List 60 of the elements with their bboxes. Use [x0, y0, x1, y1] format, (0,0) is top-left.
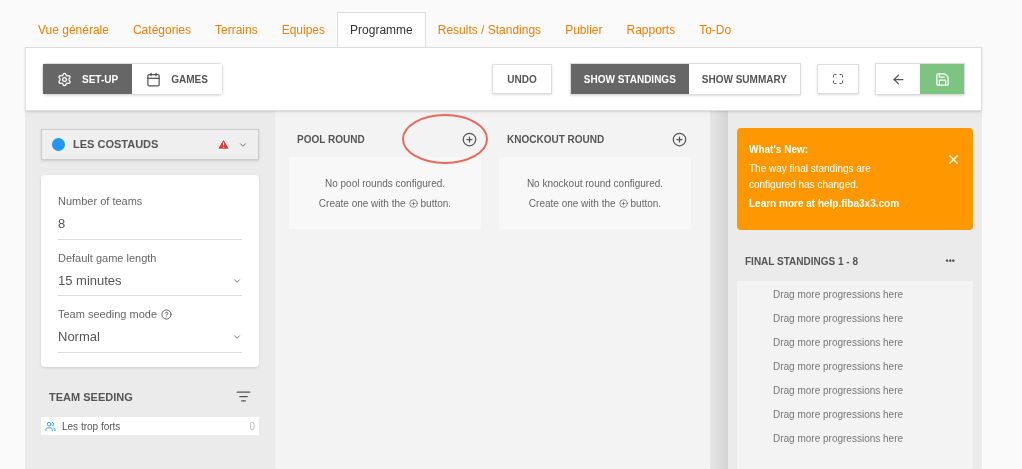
tab[interactable]: Publier [553, 12, 615, 47]
drop-slot[interactable]: Drag more progressions here [737, 311, 973, 327]
drop-slot[interactable]: Drag more progressions here [737, 431, 973, 447]
team-icon [45, 420, 56, 432]
team-name: Les trop forts [62, 419, 122, 434]
empty-message: Create one with the [318, 196, 406, 211]
team-count: 0 [249, 419, 255, 434]
caret-icon [232, 332, 242, 342]
save-icon [934, 71, 950, 87]
plus-icon [408, 198, 418, 208]
empty-message: Create one with the [528, 196, 616, 211]
empty-message: button. [420, 196, 452, 211]
calendar-icon [146, 71, 162, 87]
drop-slot[interactable]: Drag more progressions here [737, 407, 973, 423]
section-title: FINAL STANDINGS 1 - 8 [745, 255, 858, 269]
round-title: KNOCKOUT ROUND [507, 132, 605, 147]
empty-message: No pool rounds configured. [324, 176, 446, 191]
select-field[interactable]: Normal [58, 322, 242, 353]
banner-title: What's New: [749, 143, 810, 157]
empty-message: No knockout round configured. [526, 176, 664, 191]
field-label: Team seeding mode [58, 307, 158, 322]
tab[interactable]: Catégories [120, 12, 203, 47]
team-row[interactable]: Les trop forts 0 [41, 417, 259, 435]
drop-slot[interactable]: Drag more progressions here [737, 335, 973, 351]
field-label: Default game length [58, 250, 157, 266]
category-dropdown[interactable]: LES COSTAUDS [41, 129, 259, 160]
empty-message: button. [630, 196, 662, 211]
drop-slot[interactable]: Drag more progressions here [737, 383, 973, 399]
tab[interactable]: Vue générale [26, 12, 121, 47]
undo-button[interactable]: UNDO [492, 64, 552, 94]
mode-button[interactable]: GAMES [132, 64, 222, 94]
select-field[interactable]: 15 minutes [58, 266, 242, 296]
gear-icon [57, 71, 72, 87]
fullscreen-button[interactable] [817, 64, 859, 94]
more-options-button[interactable]: ••• [945, 254, 955, 269]
input-field[interactable]: 8 [58, 209, 242, 240]
drop-slot[interactable]: Drag more progressions here [737, 287, 973, 303]
drop-slot[interactable]: Drag more progressions here [737, 359, 973, 375]
tab[interactable]: Results / Standings [425, 12, 554, 47]
fullscreen-icon [832, 73, 844, 85]
add-icon[interactable] [462, 131, 477, 147]
view-toggle-button[interactable]: SHOW STANDINGS [570, 64, 689, 94]
back-button[interactable] [876, 64, 920, 94]
tab[interactable]: Terrains [203, 12, 270, 47]
view-toggle-button[interactable]: SHOW SUMMARY [688, 64, 800, 94]
tab[interactable]: Equipes [269, 12, 338, 47]
round-title: POOL ROUND [297, 132, 365, 147]
banner-text: The way final standings are configured has changed. [749, 162, 872, 192]
field-label: Number of teams [58, 194, 143, 209]
tab[interactable]: Programme [337, 12, 426, 47]
sort-icon[interactable] [236, 389, 251, 405]
section-title: TEAM SEEDING [49, 389, 133, 405]
save-button[interactable] [920, 64, 964, 94]
mode-button[interactable]: SET-UP [43, 64, 133, 94]
tab[interactable]: To-Do [687, 12, 744, 47]
category-name: LES COSTAUDS [73, 137, 160, 153]
tab[interactable]: Rapports [614, 12, 688, 47]
plus-icon [618, 198, 628, 208]
add-icon[interactable] [672, 131, 687, 147]
close-icon[interactable] [946, 152, 961, 167]
